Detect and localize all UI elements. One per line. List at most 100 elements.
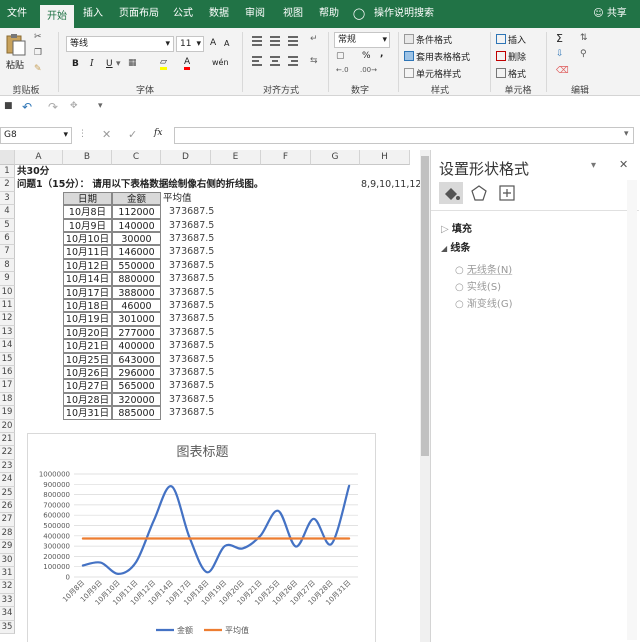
cell-avg[interactable]: 373687.5 — [169, 205, 214, 218]
italic-button[interactable]: I — [90, 59, 94, 69]
cell-amount[interactable]: 643000 — [112, 352, 161, 366]
expand-formula-icon[interactable]: ▾ — [624, 129, 629, 139]
row-header[interactable]: 30 — [0, 553, 15, 567]
worksheet-grid[interactable]: A B C D E F G H 1 2 3 4 5 6 7 8 9 10 11 12 13 14 15 16 1… — [0, 150, 420, 642]
row-header[interactable]: 20 — [0, 419, 15, 433]
cell-avg[interactable]: 373687.5 — [169, 286, 214, 299]
row-header[interactable]: 28 — [0, 526, 15, 541]
fill-color-button[interactable]: ▱ — [160, 57, 167, 70]
cell-date[interactable]: 10月17日 — [63, 285, 112, 299]
bold-button[interactable]: B — [72, 59, 79, 69]
grow-font-button[interactable]: A — [210, 38, 216, 48]
share-button[interactable]: ☺ 共享 — [590, 0, 630, 28]
customize-qat-icon[interactable]: ▾ — [98, 101, 103, 111]
cell-avg[interactable]: 373687.5 — [169, 299, 214, 312]
cell-avg[interactable]: 373687.5 — [169, 406, 214, 419]
column-header[interactable]: D — [161, 150, 211, 165]
cell-date[interactable]: 10月19日 — [63, 312, 112, 326]
cell-amount[interactable]: 140000 — [112, 218, 161, 232]
select-all-corner[interactable] — [0, 150, 15, 165]
row-header[interactable]: 5 — [0, 218, 15, 232]
cell-avg[interactable]: 373687.5 — [169, 272, 214, 285]
row-header[interactable]: 31 — [0, 567, 15, 581]
cell-amount[interactable]: 30000 — [112, 232, 161, 246]
gradient-line-option[interactable]: ○ 渐变线(G) — [455, 295, 512, 310]
cell-avg[interactable]: 373687.5 — [169, 379, 214, 392]
fill-section[interactable]: ▷ 填充 — [441, 220, 472, 235]
borders-icon[interactable]: ▦ — [128, 58, 137, 68]
row-header[interactable]: 3 — [0, 191, 15, 206]
cancel-entry-icon[interactable]: ✕ — [102, 128, 111, 141]
cell-amount[interactable]: 885000 — [112, 406, 161, 420]
formula-input[interactable] — [174, 127, 634, 144]
row-header[interactable]: 17 — [0, 379, 15, 393]
row-header[interactable]: 22 — [0, 446, 15, 460]
cell-date[interactable]: 10月14日 — [63, 272, 112, 286]
table-header-date[interactable]: 日期 — [63, 191, 112, 206]
font-color-button[interactable]: A — [184, 57, 191, 70]
cell-date[interactable]: 10月9日 — [63, 218, 112, 232]
row-header[interactable]: 15 — [0, 352, 15, 366]
cell-avg[interactable]: 373687.5 — [169, 232, 214, 245]
cell-amount[interactable]: 277000 — [112, 325, 161, 340]
currency-icon[interactable]: ▢ — [336, 51, 345, 61]
row-header[interactable]: 24 — [0, 473, 15, 487]
fill-down-icon[interactable]: ⇩ — [556, 49, 564, 59]
close-icon[interactable]: ✕ — [619, 158, 628, 171]
underline-button[interactable]: U — [106, 59, 113, 69]
tab-insert[interactable]: 插入 — [78, 0, 108, 28]
autosum-icon[interactable]: Σ — [556, 32, 563, 45]
column-header[interactable]: A — [15, 150, 63, 165]
cell-amount[interactable]: 400000 — [112, 339, 161, 353]
row-header[interactable]: 29 — [0, 540, 15, 554]
clear-icon[interactable]: ⌫ — [556, 66, 569, 76]
tab-formulas[interactable]: 公式 — [168, 0, 198, 28]
increase-decimal-icon[interactable]: ←.0 — [336, 66, 349, 74]
row-header[interactable]: 26 — [0, 500, 15, 514]
column-header[interactable]: G — [311, 150, 360, 165]
cell-date[interactable]: 10月20日 — [63, 325, 112, 340]
row-header[interactable]: 2 — [0, 178, 15, 192]
name-box[interactable]: G8 ▾ — [0, 127, 72, 144]
column-header[interactable]: H — [360, 150, 410, 165]
table-format-button[interactable]: 套用表格格式 — [404, 50, 470, 63]
cell-avg[interactable]: 373687.5 — [169, 259, 214, 272]
cell-date[interactable]: 10月26日 — [63, 366, 112, 380]
row-header[interactable]: 14 — [0, 339, 15, 353]
row-header[interactable]: 33 — [0, 593, 15, 608]
conditional-format-button[interactable]: 条件格式 — [404, 33, 452, 46]
row-header[interactable]: 7 — [0, 245, 15, 259]
cell-a2[interactable]: 问题1（15分）： 请用以下表格数据绘制像右侧的折线图。 — [17, 178, 263, 191]
cell-avg[interactable]: 373687.5 — [169, 393, 214, 406]
cell-amount[interactable]: 301000 — [112, 312, 161, 326]
font-name-select[interactable]: 等线 ▾ — [66, 36, 174, 52]
row-header[interactable]: 10 — [0, 285, 15, 299]
line-section[interactable]: ◢ 线条 — [441, 239, 470, 254]
tab-home[interactable]: 开始 — [40, 5, 74, 28]
chevron-down-icon[interactable]: ▾ — [116, 59, 121, 69]
effects-tab[interactable] — [467, 182, 491, 204]
cell-date[interactable]: 10月28日 — [63, 392, 112, 407]
row-header[interactable]: 35 — [0, 620, 15, 634]
cell-h2[interactable]: 8,9,10,11,12, — [361, 178, 420, 191]
cell-amount[interactable]: 388000 — [112, 285, 161, 299]
cell-amount[interactable]: 880000 — [112, 272, 161, 286]
save-icon[interactable]: ■ — [4, 101, 13, 111]
paste-button[interactable] — [5, 33, 27, 57]
number-format-select[interactable]: 常规 ▾ — [334, 32, 390, 48]
tab-review[interactable]: 审阅 — [240, 0, 270, 28]
no-line-option[interactable]: ○ 无线条(N) — [455, 261, 512, 276]
tab-file[interactable]: 文件 — [2, 0, 32, 28]
row-header[interactable]: 12 — [0, 312, 15, 326]
row-header[interactable]: 21 — [0, 433, 15, 447]
cell-avg[interactable]: 373687.5 — [169, 219, 214, 232]
column-header[interactable]: E — [211, 150, 261, 165]
cell-amount[interactable]: 565000 — [112, 379, 161, 393]
undo-icon[interactable]: ↶ — [22, 100, 32, 114]
scrollbar-thumb[interactable] — [421, 156, 429, 456]
row-header[interactable]: 6 — [0, 232, 15, 246]
row-header[interactable]: 23 — [0, 459, 15, 474]
row-header[interactable]: 9 — [0, 272, 15, 286]
tab-view[interactable]: 视图 — [278, 0, 308, 28]
line-chart[interactable]: 图表标题 1000000 900000 800000 700000 600000 50000… — [27, 433, 376, 642]
